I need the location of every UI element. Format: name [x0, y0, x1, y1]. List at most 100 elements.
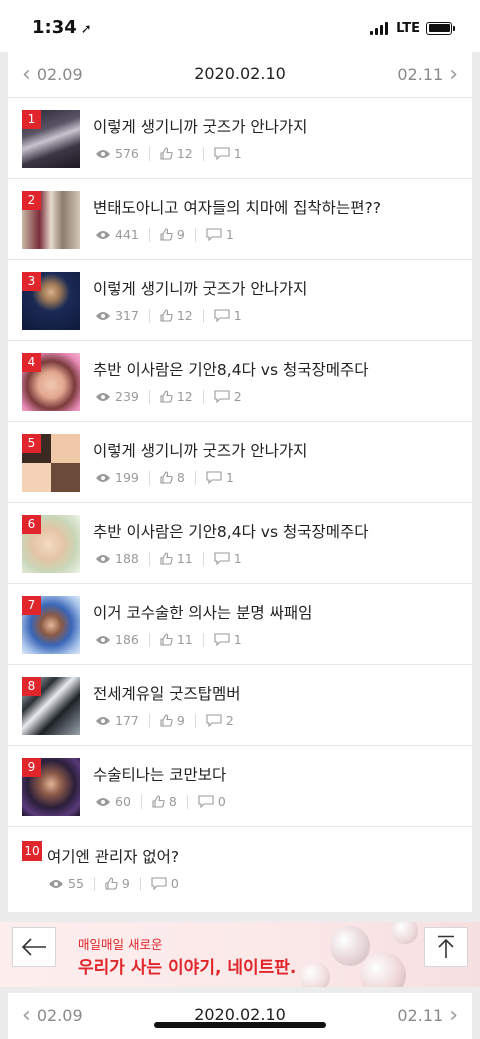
like-count: 9	[105, 876, 130, 891]
back-button[interactable]	[12, 927, 56, 967]
thumbs-up-icon	[105, 877, 118, 890]
comment-icon	[206, 471, 222, 484]
like-count: 8	[160, 470, 185, 485]
thumbs-up-icon	[160, 228, 173, 241]
post-meta: 576 12 1	[95, 146, 242, 161]
comment-count: 0	[151, 876, 179, 891]
post-thumbnail: 7	[22, 596, 80, 654]
post-thumbnail: 5	[22, 434, 80, 492]
post-meta: 317 12 1	[95, 308, 242, 323]
like-count: 11	[160, 632, 193, 647]
post-meta: 60 8 0	[95, 794, 226, 809]
eye-icon	[96, 311, 110, 320]
thumbs-up-icon	[160, 714, 173, 727]
rank-badge: 9	[22, 758, 41, 777]
like-count: 8	[152, 794, 177, 809]
post-thumbnail: 2	[22, 191, 80, 249]
location-arrow-icon: ➚	[80, 22, 92, 37]
rank-badge: 2	[22, 191, 41, 210]
battery-icon	[426, 21, 455, 35]
thumbs-up-icon	[160, 390, 173, 403]
post-meta: 199 8 1	[95, 470, 234, 485]
post-title[interactable]: 변태도아니고 여자들의 치마에 집착하는편??	[93, 196, 381, 218]
view-count: 576	[95, 146, 139, 161]
like-count: 9	[160, 713, 185, 728]
rank-badge: 5	[22, 434, 41, 453]
rank-badge: 6	[22, 515, 41, 534]
next-date-label: 02.11	[397, 65, 444, 84]
list-item[interactable]: 3 이렇게 생기니까 굿즈가 안나가지 317 12 1	[8, 260, 472, 341]
thumbs-up-icon	[160, 147, 173, 160]
post-title[interactable]: 전세계유일 굿즈탑멤버	[93, 682, 241, 704]
view-count: 317	[95, 308, 139, 323]
next-date-link[interactable]: 02.11 ›	[397, 1003, 458, 1028]
comment-count: 1	[206, 227, 234, 242]
thumbs-up-icon	[152, 795, 165, 808]
scroll-top-icon	[438, 935, 454, 958]
list-item[interactable]: 4 추반 이사람은 기안8,4다 vs 청국장메주다 239 12 2	[8, 341, 472, 422]
banner-subtitle: 매일매일 새로운	[78, 937, 163, 952]
back-arrow-icon	[21, 938, 46, 956]
post-title[interactable]: 이거 코수술한 의사는 분명 싸패임	[93, 601, 312, 623]
list-item[interactable]: 9 수술티나는 코만보다 60 8 0	[8, 746, 472, 827]
like-count: 12	[160, 389, 193, 404]
rank-badge: 8	[22, 677, 41, 696]
rank-badge: 7	[22, 596, 41, 615]
next-date-link[interactable]: 02.11 ›	[397, 62, 458, 87]
list-item[interactable]: 8 전세계유일 굿즈탑멤버 177 9 2	[8, 665, 472, 746]
comment-count: 1	[214, 308, 242, 323]
post-thumbnail: 1	[22, 110, 80, 168]
rank-badge: 1	[22, 110, 41, 129]
chevron-right-icon: ›	[449, 62, 458, 87]
comment-count: 2	[214, 389, 242, 404]
list-item[interactable]: 5 이렇게 생기니까 굿즈가 안나가지 199 8 1	[8, 422, 472, 503]
comment-icon	[214, 552, 230, 565]
comment-icon	[214, 390, 230, 403]
thumbs-up-icon	[160, 633, 173, 646]
comment-icon	[214, 633, 230, 646]
eye-icon	[96, 149, 110, 158]
comment-count: 1	[214, 632, 242, 647]
list-item[interactable]: 7 이거 코수술한 의사는 분명 싸패임 186 11 1	[8, 584, 472, 665]
chevron-right-icon: ›	[449, 1003, 458, 1028]
post-title[interactable]: 추반 이사람은 기안8,4다 vs 청국장메주다	[93, 358, 369, 380]
comment-icon	[214, 147, 230, 160]
list-item[interactable]: 2 변태도아니고 여자들의 치마에 집착하는편?? 441 9 1	[8, 179, 472, 260]
post-thumbnail: 4	[22, 353, 80, 411]
thumbs-up-icon	[160, 471, 173, 484]
signal-icon	[370, 21, 390, 35]
eye-icon	[96, 716, 110, 725]
view-count: 199	[95, 470, 139, 485]
eye-icon	[96, 554, 110, 563]
post-title[interactable]: 이렇게 생기니까 굿즈가 안나가지	[93, 277, 307, 299]
scroll-top-button[interactable]	[424, 927, 468, 967]
eye-icon	[96, 392, 110, 401]
ranking-list: 1 이렇게 생기니까 굿즈가 안나가지 576 12 1 2 변태도아니고 여자…	[8, 98, 472, 908]
thumbs-up-icon	[160, 552, 173, 565]
post-meta: 55 9 0	[48, 876, 179, 891]
post-title[interactable]: 이렇게 생기니까 굿즈가 안나가지	[93, 115, 307, 137]
post-title[interactable]: 추반 이사람은 기안8,4다 vs 청국장메주다	[93, 520, 369, 542]
post-meta: 186 11 1	[95, 632, 242, 647]
ranking-card: ‹ 02.09 2020.02.10 02.11 › 1 이렇게 생기니까 굿즈…	[8, 52, 472, 912]
comment-count: 1	[214, 551, 242, 566]
like-count: 12	[160, 146, 193, 161]
post-title[interactable]: 수술티나는 코만보다	[93, 763, 226, 785]
post-title[interactable]: 이렇게 생기니까 굿즈가 안나가지	[93, 439, 307, 461]
view-count: 60	[95, 794, 131, 809]
post-meta: 177 9 2	[95, 713, 234, 728]
ranking-card-next: ‹ 02.09 2020.02.10 02.11 ›	[8, 993, 472, 1039]
status-indicators: LTE	[370, 20, 455, 36]
view-count: 186	[95, 632, 139, 647]
eye-icon	[96, 635, 110, 644]
post-meta: 188 11 1	[95, 551, 242, 566]
list-item[interactable]: 10 여기엔 관리자 없어? 55 9 0	[8, 827, 472, 908]
rank-badge: 4	[22, 353, 41, 372]
list-item[interactable]: 6 추반 이사람은 기안8,4다 vs 청국장메주다 188 11 1	[8, 503, 472, 584]
rank-badge: 3	[22, 272, 41, 291]
banner-title: 우리가 사는 이야기, 네이트판.	[78, 958, 297, 978]
date-navigation: ‹ 02.09 2020.02.10 02.11 ›	[8, 52, 472, 98]
post-title[interactable]: 여기엔 관리자 없어?	[47, 845, 179, 867]
promo-banner[interactable]: 매일매일 새로운 우리가 사는 이야기, 네이트판.	[0, 922, 480, 987]
list-item[interactable]: 1 이렇게 생기니까 굿즈가 안나가지 576 12 1	[8, 98, 472, 179]
